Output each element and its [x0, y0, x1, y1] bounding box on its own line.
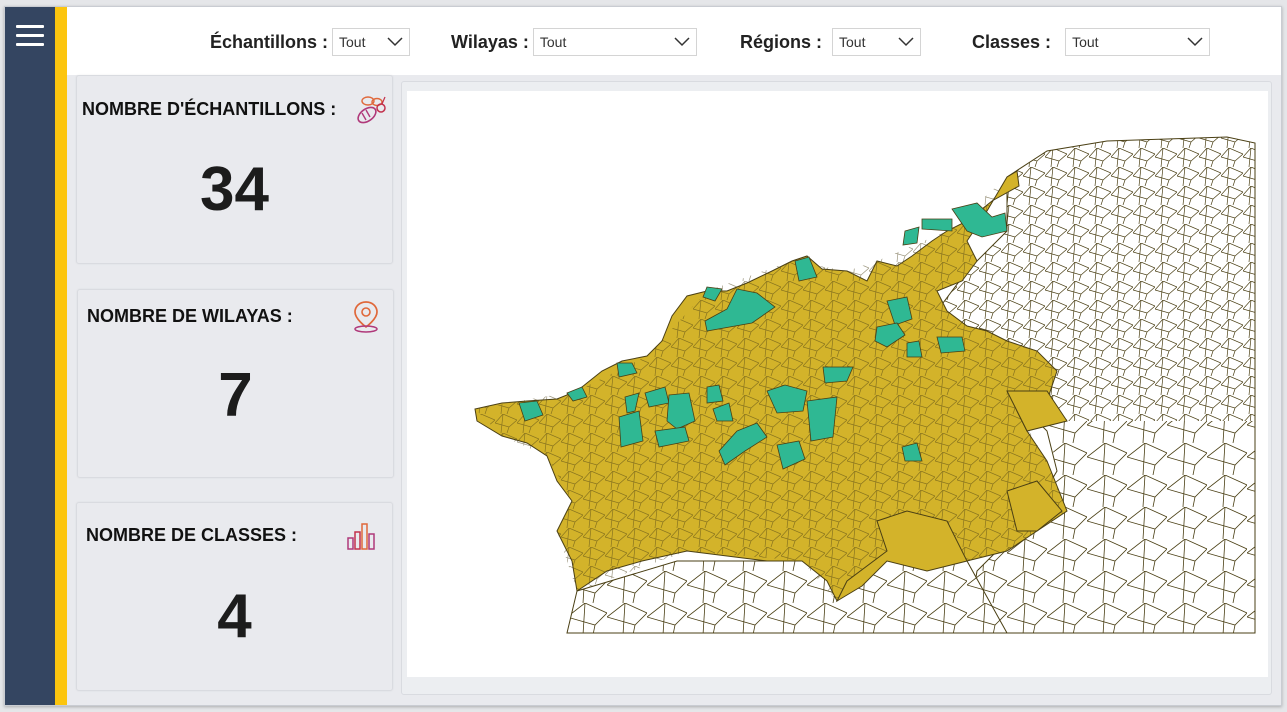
- filter-regions: Régions : Tout: [740, 28, 922, 56]
- chevron-down-icon: [674, 37, 690, 47]
- sampled-commune[interactable]: [806, 396, 838, 442]
- map-panel: [401, 81, 1272, 695]
- card-value: 34: [200, 155, 269, 224]
- dropdown-value: Tout: [339, 34, 366, 50]
- chevron-down-icon: [387, 37, 403, 47]
- card-value: 4: [217, 582, 252, 651]
- classes-dropdown[interactable]: Tout: [1065, 28, 1211, 56]
- dropdown-value: Tout: [1072, 34, 1099, 50]
- chevron-down-icon: [898, 37, 914, 47]
- card-title: NOMBRE DE WILAYAS :: [87, 306, 293, 326]
- sampled-commune[interactable]: [936, 336, 966, 354]
- filter-label: Wilayas :: [451, 31, 529, 52]
- app-window: Échantillons : Tout Wilayas : Tout Régio…: [4, 6, 1282, 706]
- card-wilayas: NOMBRE DE WILAYAS : 7: [77, 289, 394, 478]
- echantillons-dropdown[interactable]: Tout: [332, 28, 411, 56]
- dashboard-content: NOMBRE D'ÉCHANTILLONS : 34 NOMBRE DE WIL…: [67, 75, 1281, 705]
- bar-chart-icon: [347, 523, 375, 550]
- sampled-commune[interactable]: [902, 226, 920, 246]
- filter-classes: Classes : Tout: [972, 28, 1211, 56]
- sidebar: [5, 7, 55, 705]
- location-pin-icon: [354, 301, 378, 333]
- sidebar-accent-bar: [55, 7, 67, 705]
- filter-label: Classes :: [972, 31, 1052, 52]
- map-communes-selected: [475, 177, 1067, 601]
- sampled-commune[interactable]: [906, 340, 923, 358]
- sampled-commune[interactable]: [921, 218, 953, 232]
- filter-bar: Échantillons : Tout Wilayas : Tout Régio…: [67, 7, 1281, 75]
- choropleth-map[interactable]: [407, 91, 1268, 677]
- dropdown-value: Tout: [539, 34, 567, 50]
- filter-label: Régions :: [740, 31, 823, 52]
- sampled-commune[interactable]: [794, 256, 818, 282]
- card-title: NOMBRE D'ÉCHANTILLONS :: [82, 99, 337, 119]
- bee-icon: [357, 96, 386, 124]
- chevron-down-icon: [1187, 37, 1203, 47]
- card-title: NOMBRE DE CLASSES :: [86, 525, 298, 545]
- filter-wilayas: Wilayas : Tout: [451, 28, 697, 56]
- card-value: 7: [218, 361, 253, 430]
- card-classes: NOMBRE DE CLASSES : 4: [76, 502, 393, 691]
- map-visual[interactable]: [407, 91, 1268, 677]
- dropdown-value: Tout: [839, 34, 866, 50]
- card-echantillons: NOMBRE D'ÉCHANTILLONS : 34: [76, 75, 393, 264]
- hamburger-menu-icon[interactable]: [16, 25, 44, 47]
- filter-echantillons: Échantillons : Tout: [210, 28, 411, 56]
- filter-label: Échantillons :: [210, 31, 329, 52]
- sampled-commune[interactable]: [618, 410, 644, 448]
- wilayas-dropdown[interactable]: Tout: [532, 28, 697, 56]
- regions-dropdown[interactable]: Tout: [832, 28, 922, 56]
